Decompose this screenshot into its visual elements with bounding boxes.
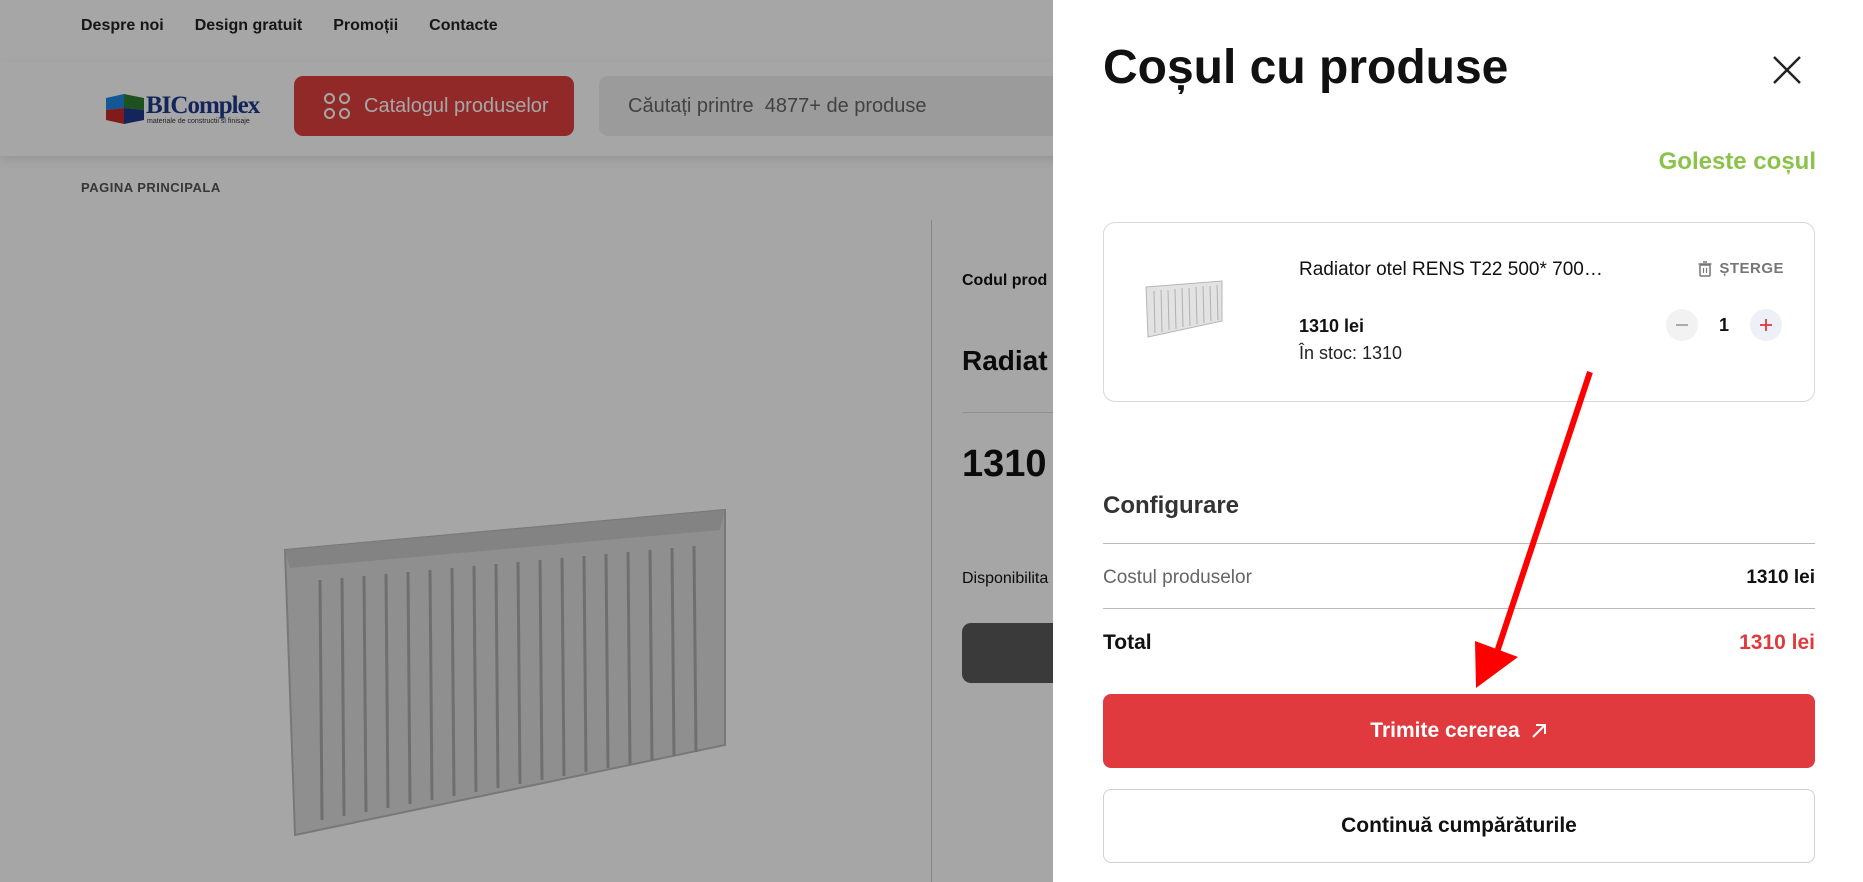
clear-cart-button[interactable]: Goleste coșul bbox=[1659, 148, 1816, 176]
cart-item-name[interactable]: Radiator otel RENS T22 500* 700… bbox=[1299, 259, 1603, 281]
cart-item-price: 1310 lei bbox=[1299, 316, 1365, 336]
arrow-up-right-icon bbox=[1532, 724, 1546, 738]
cart-item: Radiator otel RENS T22 500* 700… 1310 le… bbox=[1103, 222, 1815, 402]
products-cost-label: Costul produselor bbox=[1103, 567, 1252, 588]
quantity-stepper: 1 bbox=[1666, 309, 1782, 341]
continue-shopping-button[interactable]: Continuă cumpărăturile bbox=[1103, 789, 1815, 863]
close-icon[interactable] bbox=[1771, 54, 1803, 86]
minus-icon bbox=[1676, 324, 1688, 326]
products-cost-value: 1310 lei bbox=[1746, 567, 1815, 588]
total-label: Total bbox=[1103, 631, 1152, 654]
increase-quantity-button[interactable] bbox=[1750, 309, 1782, 341]
delete-item-button[interactable]: ȘTERGE bbox=[1698, 260, 1784, 277]
send-request-button[interactable]: Trimite cererea bbox=[1103, 694, 1815, 768]
quantity-value[interactable]: 1 bbox=[1698, 315, 1750, 336]
total-value: 1310 lei bbox=[1739, 631, 1815, 654]
divider bbox=[1103, 543, 1815, 544]
trash-icon bbox=[1698, 260, 1712, 277]
cart-title: Coșul cu produse bbox=[1103, 41, 1509, 94]
cart-item-stock: În stoc: 1310 bbox=[1299, 343, 1403, 363]
decrease-quantity-button[interactable] bbox=[1666, 309, 1698, 341]
configuration-title: Configurare bbox=[1103, 492, 1240, 519]
cart-drawer: Coșul cu produse Goleste coșul Radiator … bbox=[1053, 0, 1863, 882]
cart-item-thumbnail bbox=[1145, 280, 1223, 338]
divider bbox=[1103, 608, 1815, 609]
plus-icon bbox=[1760, 319, 1772, 331]
send-request-label: Trimite cererea bbox=[1370, 719, 1520, 742]
delete-item-label: ȘTERGE bbox=[1719, 260, 1784, 277]
